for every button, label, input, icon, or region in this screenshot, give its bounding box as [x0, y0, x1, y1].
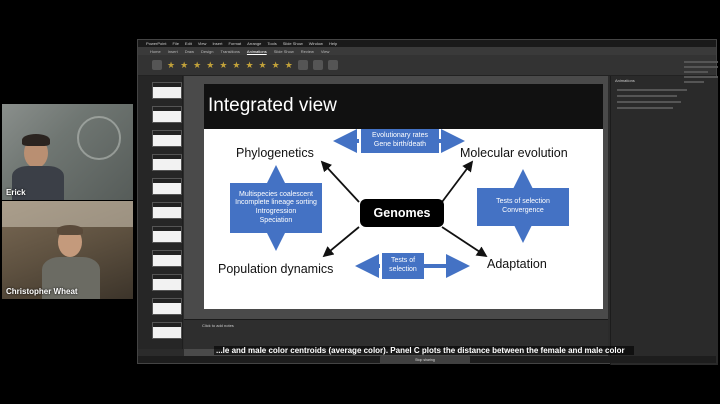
participant-name: Christopher Wheat	[6, 287, 78, 296]
slide-thumbnail[interactable]	[152, 82, 182, 99]
tab-design[interactable]: Design	[201, 49, 213, 54]
arrow-to-population-dynamics	[322, 226, 360, 258]
tab-draw[interactable]: Draw	[185, 49, 194, 54]
menu-item[interactable]: Slide Show	[283, 41, 303, 46]
box-line: Tests of	[390, 257, 416, 265]
tab-slide-show[interactable]: Slide Show	[274, 49, 294, 54]
preview-icon[interactable]	[152, 60, 162, 70]
box-line: Evolutionary rates	[371, 132, 429, 140]
animation-effect-icon[interactable]: ★	[167, 60, 175, 70]
box-line: Introgression	[255, 208, 297, 215]
ribbon-tabs: Home Insert Draw Design Transitions Anim…	[138, 47, 716, 55]
animation-entry[interactable]	[617, 95, 677, 97]
box-line: selection	[389, 266, 417, 273]
animation-effect-icon[interactable]: ★	[180, 60, 188, 70]
node-adaptation[interactable]: Adaptation	[487, 257, 547, 271]
tab-insert[interactable]: Insert	[168, 49, 178, 54]
slide-thumbnail[interactable]	[152, 322, 182, 339]
animation-effect-icon[interactable]: ★	[259, 60, 267, 70]
slide-thumbnail[interactable]	[152, 130, 182, 147]
node-population-dynamics[interactable]: Population dynamics	[218, 262, 333, 276]
box-line: Incomplete lineage sorting	[235, 199, 317, 207]
participant-hair	[57, 225, 83, 235]
tab-animations[interactable]: Animations	[247, 49, 267, 54]
menu-item[interactable]: Tools	[267, 41, 276, 46]
slide-thumbnail[interactable]	[152, 178, 182, 195]
tab-home[interactable]: Home	[150, 49, 161, 54]
menu-item[interactable]: View	[198, 41, 207, 46]
box-line: Convergence	[502, 207, 544, 214]
background-window-text	[684, 58, 718, 86]
animation-effect-icon[interactable]: ★	[272, 60, 280, 70]
box-line: Multispecies coalescent	[239, 190, 313, 198]
node-phylogenetics[interactable]: Phylogenetics	[236, 146, 314, 160]
arrow-to-phylogenetics	[320, 160, 360, 203]
animation-pane-icon[interactable]	[327, 60, 338, 70]
menu-item[interactable]: Help	[329, 41, 337, 46]
animation-effect-icon[interactable]: ★	[219, 60, 227, 70]
box-line: Gene birth/death	[373, 141, 427, 148]
slide-thumbnail-panel[interactable]	[138, 76, 183, 349]
participant-video-christopher-wheat[interactable]: Christopher Wheat	[2, 201, 133, 299]
menu-item[interactable]: Window	[309, 41, 323, 46]
slide-thumbnail[interactable]	[152, 250, 182, 267]
animation-pane[interactable]: Animations	[610, 76, 718, 365]
tab-view[interactable]: View	[321, 49, 330, 54]
menu-item[interactable]: Edit	[185, 41, 192, 46]
screen-share-banner[interactable]: Stop sharing	[380, 356, 470, 364]
meeting-screen: Erick Christopher Wheat PowerPoint File …	[0, 0, 720, 404]
menu-item[interactable]: Insert	[212, 41, 222, 46]
animation-effect-icon[interactable]: ★	[232, 60, 240, 70]
box-evolutionary-rates[interactable]: Evolutionary rates Gene birth/death	[361, 129, 439, 153]
box-tests-of-selection[interactable]: Tests of selection Convergence	[477, 188, 569, 226]
menu-item[interactable]: Arrange	[247, 41, 261, 46]
slide-thumbnail[interactable]	[152, 202, 182, 219]
speaker-notes[interactable]: Click to add notes	[184, 319, 608, 349]
animation-effect-icon[interactable]: ★	[193, 60, 201, 70]
animation-effect-icon[interactable]: ★	[285, 60, 293, 70]
notes-placeholder: Click to add notes	[202, 323, 234, 328]
node-molecular-evolution[interactable]: Molecular evolution	[460, 146, 568, 160]
tab-transitions[interactable]: Transitions	[220, 49, 239, 54]
animation-entry[interactable]	[617, 101, 681, 103]
slide-thumbnail[interactable]	[152, 226, 182, 243]
participant-name: Erick	[6, 188, 26, 197]
arrow-to-molecular-evolution	[441, 160, 474, 203]
box-multispecies-coalescent[interactable]: Multispecies coalescent Incomplete linea…	[230, 183, 322, 233]
menu-item[interactable]: PowerPoint	[146, 41, 166, 46]
box-line: Speciation	[259, 216, 293, 224]
participant-hair	[22, 134, 50, 146]
box-line: Tests of selection	[496, 198, 550, 206]
background-caption-text: ...le and male color centroids (average …	[214, 346, 634, 355]
slide-thumbnail[interactable]	[152, 106, 182, 123]
slide-thumbnail[interactable]	[152, 154, 182, 171]
participant-video-erick[interactable]: Erick	[2, 104, 133, 200]
animation-effect-icon[interactable]: ★	[206, 60, 214, 70]
presentation-window: PowerPoint File Edit View Insert Format …	[137, 39, 718, 365]
slide-canvas[interactable]: Integrated view Phylogenetics Molecular …	[204, 84, 603, 309]
animation-entry[interactable]	[617, 107, 673, 109]
arrow-to-adaptation	[441, 226, 488, 257]
animation-entry[interactable]	[617, 89, 687, 91]
slide-title[interactable]: Integrated view	[204, 84, 603, 129]
menu-bar: PowerPoint File Edit View Insert Format …	[138, 40, 716, 47]
slide-thumbnail[interactable]	[152, 274, 182, 291]
integrated-view-diagram: Phylogenetics Molecular evolution Popula…	[204, 129, 603, 309]
reorder-icon[interactable]	[312, 60, 323, 70]
background-shelf	[2, 201, 133, 227]
slide-thumbnail[interactable]	[152, 298, 182, 315]
box-tests-of-selection-bottom[interactable]: Tests of selection	[382, 253, 424, 279]
animations-toolbar: ★ ★ ★ ★ ★ ★ ★ ★ ★ ★	[138, 55, 716, 76]
slide-editor: Integrated view Phylogenetics Molecular …	[184, 76, 608, 356]
tab-review[interactable]: Review	[301, 49, 314, 54]
menu-item[interactable]: Format	[228, 41, 241, 46]
whiteboard-drawing	[77, 116, 121, 160]
menu-item[interactable]: File	[172, 41, 178, 46]
effect-options-icon[interactable]	[297, 60, 308, 70]
animation-effect-icon[interactable]: ★	[245, 60, 253, 70]
node-genomes[interactable]: Genomes	[360, 199, 444, 227]
